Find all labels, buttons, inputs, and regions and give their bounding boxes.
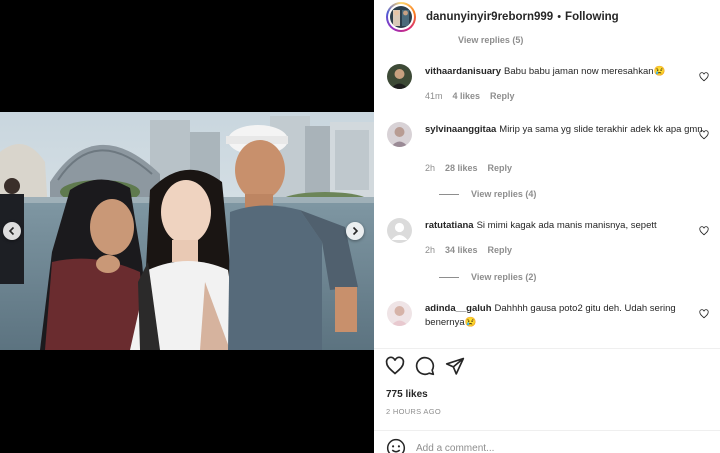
carousel-prev-button[interactable] bbox=[3, 222, 21, 240]
comment-item: vithaardanisuary Babu babu jaman now mere… bbox=[386, 64, 711, 104]
comment-icon bbox=[415, 356, 435, 376]
post-actions bbox=[384, 355, 466, 377]
comment-text: Si mimi kagak ada manis manisnya, sepett bbox=[476, 220, 657, 231]
comment-meta: 41m 4 likes Reply bbox=[425, 91, 515, 101]
view-replies-label: View replies (2) bbox=[471, 272, 537, 282]
following-button[interactable]: Following bbox=[565, 11, 619, 23]
comment-time: 41m bbox=[425, 91, 443, 101]
divider bbox=[374, 348, 720, 349]
comments-list[interactable]: View replies (5) vithaardanisuary Babu ba… bbox=[374, 34, 720, 348]
add-comment-input[interactable] bbox=[416, 442, 666, 453]
heart-icon bbox=[385, 356, 405, 375]
photo-illustration bbox=[0, 112, 374, 350]
chevron-left-icon bbox=[8, 226, 15, 236]
comment-like-heart-icon[interactable] bbox=[699, 130, 709, 140]
share-icon bbox=[445, 357, 465, 375]
like-button[interactable] bbox=[384, 355, 406, 377]
comment-meta: 2h 28 likes Reply bbox=[425, 163, 512, 173]
reply-button[interactable]: Reply bbox=[488, 163, 513, 173]
view-replies-label: View replies (4) bbox=[471, 189, 537, 199]
comment-username[interactable]: vithaardanisuary bbox=[425, 66, 501, 77]
author-username[interactable]: danunyinyir9reborn999 bbox=[426, 11, 553, 23]
story-ring[interactable] bbox=[386, 2, 416, 32]
reply-button[interactable]: Reply bbox=[488, 245, 513, 255]
author-avatar bbox=[390, 6, 412, 28]
comment-text: Mirip ya sama yg slide terakhir adek kk … bbox=[499, 124, 703, 135]
comment-likes[interactable]: 28 likes bbox=[445, 163, 478, 173]
commenter-avatar[interactable] bbox=[387, 218, 412, 243]
view-replies-button[interactable]: View replies (2) bbox=[439, 272, 536, 282]
add-comment-bar bbox=[386, 438, 666, 453]
post-timestamp: 2 HOURS AGO bbox=[386, 407, 441, 416]
comments-panel: danunyinyir9reborn999 • Following View r… bbox=[374, 0, 720, 453]
divider bbox=[374, 430, 720, 431]
commenter-avatar[interactable] bbox=[387, 64, 412, 89]
post-photo[interactable] bbox=[0, 112, 374, 350]
comment-likes[interactable]: 34 likes bbox=[445, 245, 478, 255]
comment-body: adinda__galuh Dahhhh gausa poto2 gitu deh… bbox=[425, 302, 710, 330]
emoji-icon[interactable] bbox=[386, 438, 406, 453]
comment-text: Babu babu jaman now meresahkan😢 bbox=[504, 66, 666, 77]
comment-item: sylvinaanggitaa Mirip ya sama yg slide te… bbox=[386, 122, 711, 202]
comment-body: ratutatiana Si mimi kagak ada manis manis… bbox=[425, 219, 710, 233]
header-separator: • bbox=[557, 11, 562, 23]
comment-body: vithaardanisuary Babu babu jaman now mere… bbox=[425, 65, 710, 79]
comment-username[interactable]: ratutatiana bbox=[425, 220, 474, 231]
commenter-avatar[interactable] bbox=[387, 301, 412, 326]
post-media-pane bbox=[0, 0, 374, 453]
comment-likes[interactable]: 4 likes bbox=[453, 91, 481, 101]
chevron-right-icon bbox=[352, 226, 359, 236]
comment-button[interactable] bbox=[414, 355, 436, 377]
post-likes-count[interactable]: 775 likes bbox=[386, 389, 428, 400]
comment-like-heart-icon[interactable] bbox=[699, 309, 709, 319]
carousel-next-button[interactable] bbox=[346, 222, 364, 240]
comment-item: ratutatiana Si mimi kagak ada manis manis… bbox=[386, 218, 711, 288]
comment-item: adinda__galuh Dahhhh gausa poto2 gitu deh… bbox=[386, 301, 711, 347]
reply-button[interactable]: Reply bbox=[490, 91, 515, 101]
comment-like-heart-icon[interactable] bbox=[699, 72, 709, 82]
cut-off-view-replies[interactable]: View replies (5) bbox=[458, 35, 523, 45]
comment-meta: 2h 34 likes Reply bbox=[425, 245, 512, 255]
comment-username[interactable]: adinda__galuh bbox=[425, 303, 492, 314]
view-replies-button[interactable]: View replies (4) bbox=[439, 189, 536, 199]
comment-username[interactable]: sylvinaanggitaa bbox=[425, 124, 496, 135]
reply-divider-line bbox=[439, 276, 459, 278]
post-header: danunyinyir9reborn999 • Following bbox=[374, 0, 720, 34]
share-button[interactable] bbox=[444, 355, 466, 377]
comment-like-heart-icon[interactable] bbox=[699, 226, 709, 236]
comment-time: 2h bbox=[425, 245, 436, 255]
commenter-avatar[interactable] bbox=[387, 122, 412, 147]
comment-time: 2h bbox=[425, 163, 436, 173]
reply-divider-line bbox=[439, 193, 459, 195]
comment-body: sylvinaanggitaa Mirip ya sama yg slide te… bbox=[425, 123, 710, 137]
